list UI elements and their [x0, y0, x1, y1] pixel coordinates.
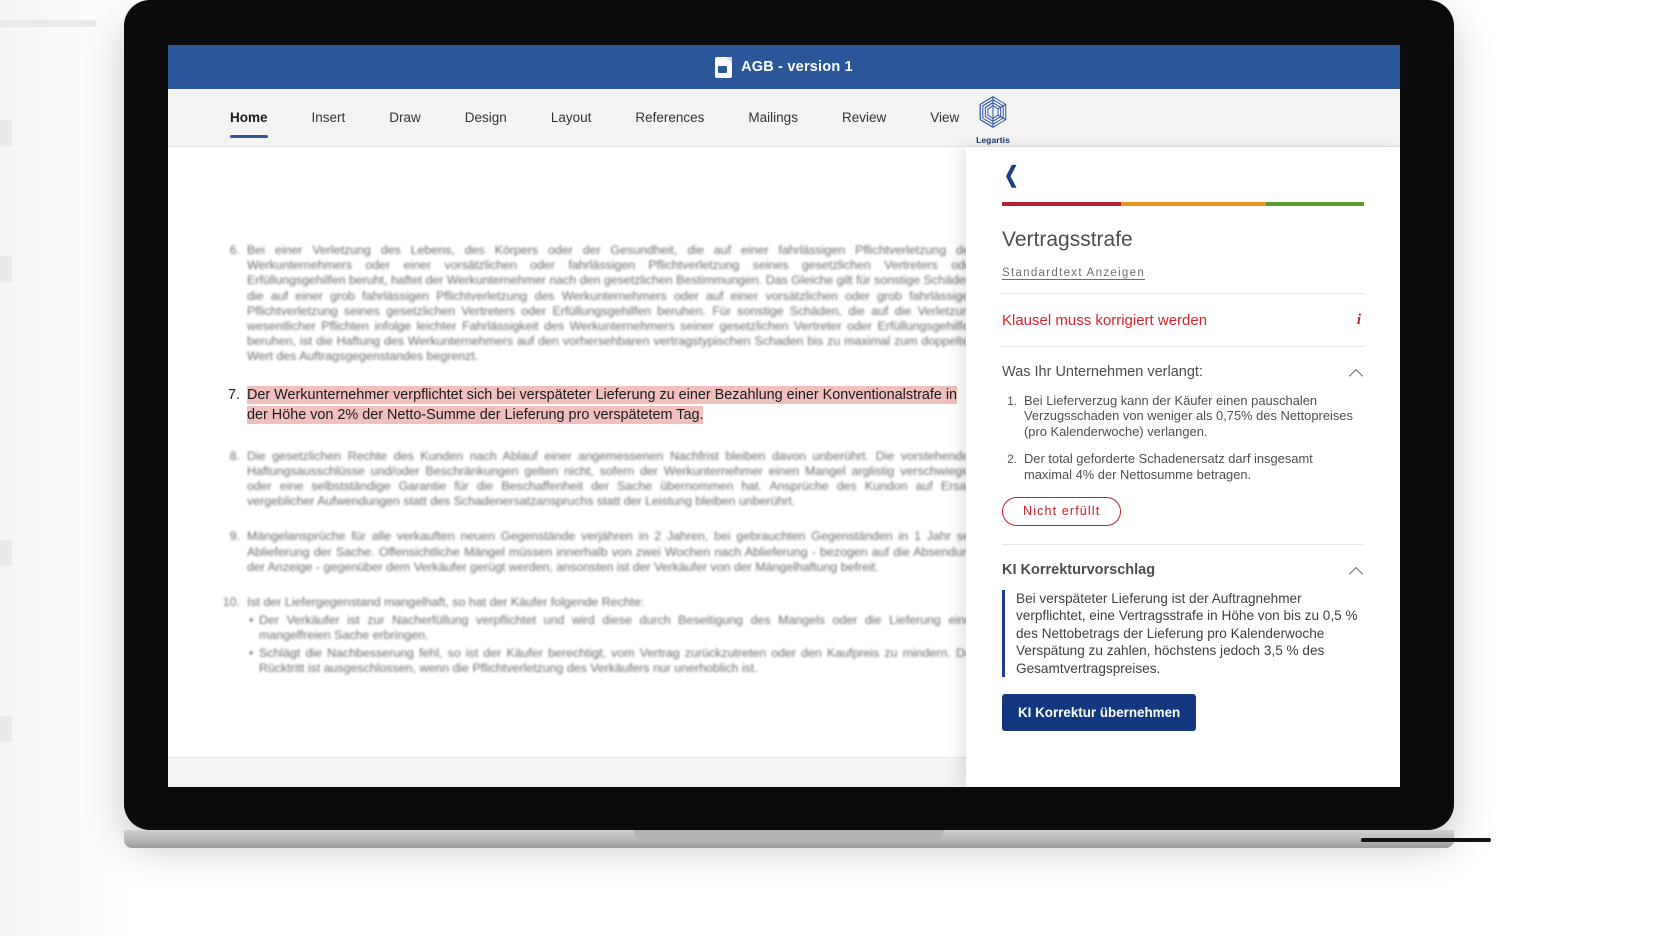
tab-home[interactable]: Home	[208, 89, 290, 146]
document-clause-highlighted[interactable]: 7. Der Werkunternehmer verpflichtet sich…	[220, 385, 976, 425]
risk-level-bar	[1002, 202, 1364, 206]
legartis-hexagon-logo	[979, 96, 1007, 128]
ai-suggestion-header[interactable]: KI Korrekturvorschlag	[1002, 562, 1364, 579]
clause-number: 6.	[229, 243, 240, 257]
word-document-icon	[715, 56, 733, 78]
ai-suggestion-heading: KI Korrekturvorschlag	[1002, 562, 1156, 579]
tab-design[interactable]: Design	[443, 89, 529, 146]
page-title: Vertragsstrafe	[1002, 228, 1133, 251]
ai-suggestion-section: KI Korrekturvorschlag Bei verspäteter Li…	[1002, 545, 1364, 732]
status-badge: Klausel muss korrigiert werden	[1002, 312, 1208, 329]
chevron-left-icon[interactable]: ❮	[1004, 163, 1019, 186]
background-strip	[0, 716, 12, 742]
tab-layout[interactable]: Layout	[529, 89, 614, 146]
risk-segment-low	[1266, 202, 1364, 206]
background-strip	[0, 540, 12, 566]
laptop-notch	[634, 830, 944, 840]
background-strip	[0, 120, 12, 146]
background-strip	[0, 20, 96, 27]
not-fulfilled-badge[interactable]: Nicht erfüllt	[1002, 497, 1122, 527]
document-clause: 8. Die gesetzlichen Rechte des Kunden na…	[220, 449, 976, 510]
info-icon[interactable]: i	[1354, 312, 1364, 329]
requirements-heading: Was Ihr Unternehmen verlangt:	[1002, 364, 1203, 380]
legartis-addin-label: Legartis	[976, 135, 1010, 145]
show-standard-text-link[interactable]: Standardtext Anzeigen	[1002, 267, 1145, 279]
document-clause: 10. Ist der Liefergegenstand mangelhaft,…	[220, 595, 976, 678]
laptop-frame: AGB - version 1 Home Insert Draw Design …	[124, 0, 1454, 848]
list-item: Der Verkäufer ist zur Nacherfüllung verp…	[249, 613, 976, 643]
legartis-side-panel: ❮ Vertragsstrafe Standardtext Anzeigen K…	[966, 147, 1400, 787]
tab-review[interactable]: Review	[820, 89, 908, 146]
requirements-section: Was Ihr Unternehmen verlangt: Bei Liefer…	[1002, 347, 1364, 544]
requirements-list: Bei Lieferverzug kann der Käufer einen p…	[1002, 393, 1364, 482]
tab-references[interactable]: References	[613, 89, 726, 146]
tab-draw[interactable]: Draw	[367, 89, 443, 146]
clause-highlight: Der Werkunternehmer verpflichtet sich be…	[247, 385, 958, 424]
list-item: Bei Lieferverzug kann der Käufer einen p…	[1020, 393, 1364, 439]
ribbon-tabs: Home Insert Draw Design Layout Reference…	[168, 89, 981, 146]
list-item: Schlägt die Nachbesserung fehl, so ist d…	[249, 646, 976, 676]
document-clause: 6. Bei einer Verletzung des Lebens, des …	[220, 243, 976, 365]
desk-accent-line	[1361, 838, 1491, 842]
clause-number: 10.	[222, 595, 240, 610]
clause-number: 8.	[229, 448, 240, 463]
clause-number: 7.	[227, 386, 240, 403]
background-strip	[0, 256, 12, 282]
document-body: 6. Bei einer Verletzung des Lebens, des …	[220, 243, 976, 698]
chevron-up-icon[interactable]	[1350, 367, 1364, 381]
clause-status-row: Klausel muss korrigiert werden i	[1002, 294, 1364, 346]
requirements-header[interactable]: Was Ihr Unternehmen verlangt:	[1002, 364, 1364, 381]
window-titlebar: AGB - version 1	[168, 45, 1400, 89]
ai-suggestion-text: Bei verspäteter Lieferung ist der Auftra…	[1002, 590, 1364, 678]
clause-text: Bei einer Verletzung des Lebens, des Kör…	[247, 243, 976, 364]
apply-ai-correction-button[interactable]: KI Korrektur übernehmen	[1002, 694, 1197, 732]
window-title: AGB - version 1	[741, 59, 853, 75]
list-item: Der total geforderte Schadenersatz darf …	[1020, 451, 1364, 482]
clause-lead-text: Ist der Liefergegenstand mangelhaft, so …	[247, 595, 645, 610]
clause-bullet-list: Der Verkäufer ist zur Nacherfüllung verp…	[247, 613, 976, 676]
ribbon-bar: Home Insert Draw Design Layout Reference…	[168, 89, 1400, 147]
tab-mailings[interactable]: Mailings	[726, 89, 820, 146]
clause-text: Ist der Liefergegenstand mangelhaft, so …	[247, 595, 976, 678]
risk-segment-high	[1002, 202, 1122, 206]
panel-header: ❮	[1002, 147, 1364, 202]
clause-text: Die gesetzlichen Rechte des Kunden nach …	[247, 448, 976, 509]
clause-text: Mängelansprüche für alle verkauften neue…	[247, 529, 976, 574]
tab-insert[interactable]: Insert	[290, 89, 368, 146]
background-left-band	[0, 0, 130, 936]
clause-text: Der Werkunternehmer verpflichtet sich be…	[247, 385, 976, 425]
risk-segment-medium	[1121, 202, 1267, 206]
laptop-screen: AGB - version 1 Home Insert Draw Design …	[168, 45, 1400, 787]
legartis-addin-button[interactable]: Legartis	[956, 95, 1030, 145]
clause-number: 9.	[229, 529, 240, 544]
chevron-up-icon[interactable]	[1350, 565, 1364, 579]
document-clause: 9. Mängelansprüche für alle verkauften n…	[220, 529, 976, 575]
